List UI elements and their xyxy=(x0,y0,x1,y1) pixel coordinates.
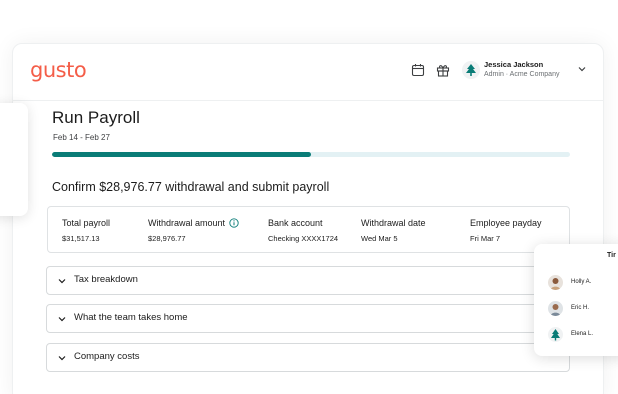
accordion-label: Tax breakdown xyxy=(74,274,138,285)
progress-bar xyxy=(52,152,570,157)
avatar xyxy=(548,326,563,342)
chevron-down-icon xyxy=(58,356,66,361)
chevron-down-icon xyxy=(58,279,66,284)
team-member-name: Eric H. xyxy=(571,305,589,311)
summary-label: Total payroll xyxy=(62,218,111,228)
avatar xyxy=(548,300,563,316)
confirm-heading: Confirm $28,976.77 withdrawal and submit… xyxy=(52,180,330,194)
summary-value: Wed Mar 5 xyxy=(361,234,398,243)
team-member[interactable]: Eric H. xyxy=(548,300,589,316)
summary-label: Bank account xyxy=(268,218,323,228)
summary-value: $28,976.77 xyxy=(148,234,186,243)
accordion-company-costs[interactable]: Company costs xyxy=(46,343,570,372)
chevron-down-icon xyxy=(58,317,66,322)
calendar-icon[interactable] xyxy=(411,63,425,77)
summary-label: Employee payday xyxy=(470,218,542,228)
accordion-label: Company costs xyxy=(74,351,140,362)
summary-withdrawal-amount: Withdrawal amount $28,976.77 xyxy=(148,218,239,243)
user-company: Admin · Acme Company xyxy=(484,71,560,78)
progress-fill xyxy=(52,152,311,157)
accordion-tax-breakdown[interactable]: Tax breakdown xyxy=(46,266,570,295)
info-icon[interactable] xyxy=(229,218,239,228)
user-name: Jessica Jackson xyxy=(484,60,544,69)
team-member[interactable]: Holly A. xyxy=(548,274,591,290)
summary-bank-account: Bank account Checking XXXX1724 xyxy=(268,218,338,243)
summary-label: Withdrawal amount xyxy=(148,218,226,228)
chevron-down-icon[interactable] xyxy=(578,66,586,72)
summary-value: Fri Mar 7 xyxy=(470,234,500,243)
summary-total-payroll: Total payroll $31,517.13 xyxy=(62,218,110,243)
gusto-logo[interactable]: gusto xyxy=(30,58,87,82)
summary-value: $31,517.13 xyxy=(62,234,100,243)
user-avatar[interactable] xyxy=(462,61,480,79)
team-card-header: Tir xyxy=(607,252,616,259)
team-member[interactable]: Elena L. xyxy=(548,326,593,342)
gift-icon[interactable] xyxy=(436,63,450,77)
avatar xyxy=(548,274,563,290)
accordion-label: What the team takes home xyxy=(74,312,188,323)
summary-employee-payday: Employee payday Fri Mar 7 xyxy=(470,218,542,243)
summary-value: Checking XXXX1724 xyxy=(268,234,339,243)
team-member-name: Holly A. xyxy=(571,279,592,285)
summary-withdrawal-date: Withdrawal date Wed Mar 5 xyxy=(361,218,426,243)
page-title: Run Payroll xyxy=(52,108,140,127)
team-member-name: Elena L. xyxy=(571,331,594,337)
accordion-team-takes-home[interactable]: What the team takes home xyxy=(46,304,570,333)
pay-period: Feb 14 - Feb 27 xyxy=(53,133,110,142)
summary-label: Withdrawal date xyxy=(361,218,426,228)
side-card xyxy=(0,103,28,216)
